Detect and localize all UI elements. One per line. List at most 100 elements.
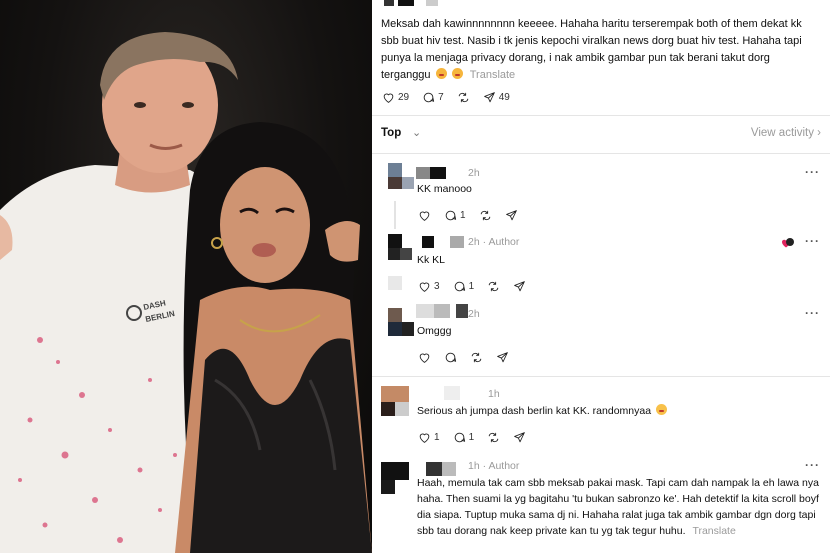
thread-avatar-placeholder [388,276,402,290]
reply-count: 1 [460,209,466,221]
comment-username[interactable] [422,236,434,248]
more-icon[interactable]: ··· [805,458,820,472]
like-button[interactable] [418,208,431,222]
comment-avatar-3 [395,402,409,416]
repost-icon [480,210,490,220]
repost-button[interactable] [470,350,483,364]
comment-username[interactable] [416,304,434,318]
post-author-avatar[interactable] [384,0,394,6]
comment-item: 2h · Author ··· Kk KL 3 1 [372,228,830,300]
repost-button[interactable] [487,430,500,444]
comment-time-value: 2h [468,236,480,248]
comment-time: 2h · Author [468,236,519,248]
comment-avatar-2 [388,177,402,189]
comment-item: 1h · Author ··· Haah, memula tak cam sbb… [372,452,830,553]
comment-avatar[interactable] [381,462,409,480]
comment-text: Kk KL [417,254,446,266]
angry-emoji-icon [435,68,447,79]
thread-panel: Meksab dah kawinnnnnnnn keeeee. Hahaha h… [372,0,830,553]
comment-username[interactable] [444,386,460,400]
sort-top-button[interactable]: Top [381,127,401,139]
share-icon [497,351,508,362]
share-button[interactable] [505,208,518,222]
share-icon [505,209,517,220]
like-count: 3 [434,280,440,292]
comment-avatar-3 [402,177,414,189]
comment-actions: 3 1 [418,279,539,293]
comment-icon [445,210,457,220]
post-body: Meksab dah kawinnnnnnnn keeeee. Hahaha h… [381,16,821,84]
repost-icon [458,92,468,102]
reply-count: 1 [468,431,475,443]
comment-username-2 [434,304,450,318]
comment-time: 2h [468,167,480,179]
like-button[interactable]: 3 [418,279,440,293]
more-icon[interactable]: ··· [805,165,820,179]
share-button[interactable] [513,430,526,444]
heart-icon [419,211,430,221]
more-icon[interactable]: ··· [805,306,820,320]
repost-button[interactable] [479,208,492,222]
share-button[interactable] [496,350,509,364]
more-icon[interactable]: ··· [805,234,820,248]
repost-button[interactable] [457,90,470,104]
comment-icon [445,352,457,362]
comment-username[interactable] [426,462,442,476]
author-avatar-mini [786,238,794,246]
comment-button[interactable]: 1 [453,430,475,444]
translate-link[interactable]: Translate [470,69,515,81]
comment-avatar[interactable] [381,386,409,402]
comment-username-2 [442,462,456,476]
comment-item: 1h Serious ah jumpa dash berlin kat KK. … [372,376,830,452]
comment-avatar-3 [400,248,412,260]
comment-text-value: Serious ah jumpa dash berlin kat KK. ran… [417,405,652,417]
like-count: 1 [434,431,440,443]
chevron-down-icon[interactable]: ⌄ [412,126,421,139]
chevron-right-icon: › [817,127,821,139]
comment-icon [423,92,435,102]
comment-username[interactable] [416,167,430,179]
repost-button[interactable] [487,279,500,293]
share-icon [514,280,525,291]
translate-link[interactable]: Translate [692,525,735,537]
comment-item: 2h ··· Omggg [372,300,830,372]
thread-line [394,201,396,229]
heart-icon [419,353,430,363]
comment-time: 2h [468,308,480,320]
heart-icon [419,433,430,443]
comment-username-3 [456,304,468,318]
repost-icon [488,281,499,291]
comment-avatar[interactable] [388,308,402,322]
share-button[interactable]: 49 [483,90,510,104]
post-actions: 29 7 49 [382,90,523,104]
comment-time: 1h · Author [468,460,519,472]
comment-avatar[interactable] [388,234,402,248]
comment-button[interactable]: 1 [444,208,466,222]
comment-button[interactable] [444,350,457,364]
share-button[interactable] [513,279,526,293]
comment-avatar-2 [381,402,395,416]
comment-actions: 1 1 [418,430,539,444]
like-button[interactable]: 1 [418,430,440,444]
like-button[interactable]: 29 [382,90,409,104]
angry-emoji-icon [451,68,463,79]
comment-username-2 [430,167,446,179]
sort-bar: Top ⌄ View activity › [381,125,821,143]
comment-avatar-2 [381,480,395,494]
comment-avatar[interactable] [388,163,402,177]
comment-button[interactable]: 1 [453,279,474,293]
comment-text: Omggg [417,325,452,337]
comment-text: KK manooo [417,183,472,195]
comment-icon [454,432,465,442]
comment-text: Serious ah jumpa dash berlin kat KK. ran… [417,403,667,419]
view-activity-label: View activity [750,127,814,139]
comment-button[interactable]: 7 [422,90,444,104]
like-button[interactable] [418,350,431,364]
post-author-name[interactable] [398,0,414,6]
repost-icon [471,352,482,362]
share-icon [483,91,495,102]
view-activity-link[interactable]: View activity › [751,127,821,139]
share-count: 49 [498,91,510,103]
repost-icon [488,432,499,442]
like-count: 29 [398,91,410,103]
